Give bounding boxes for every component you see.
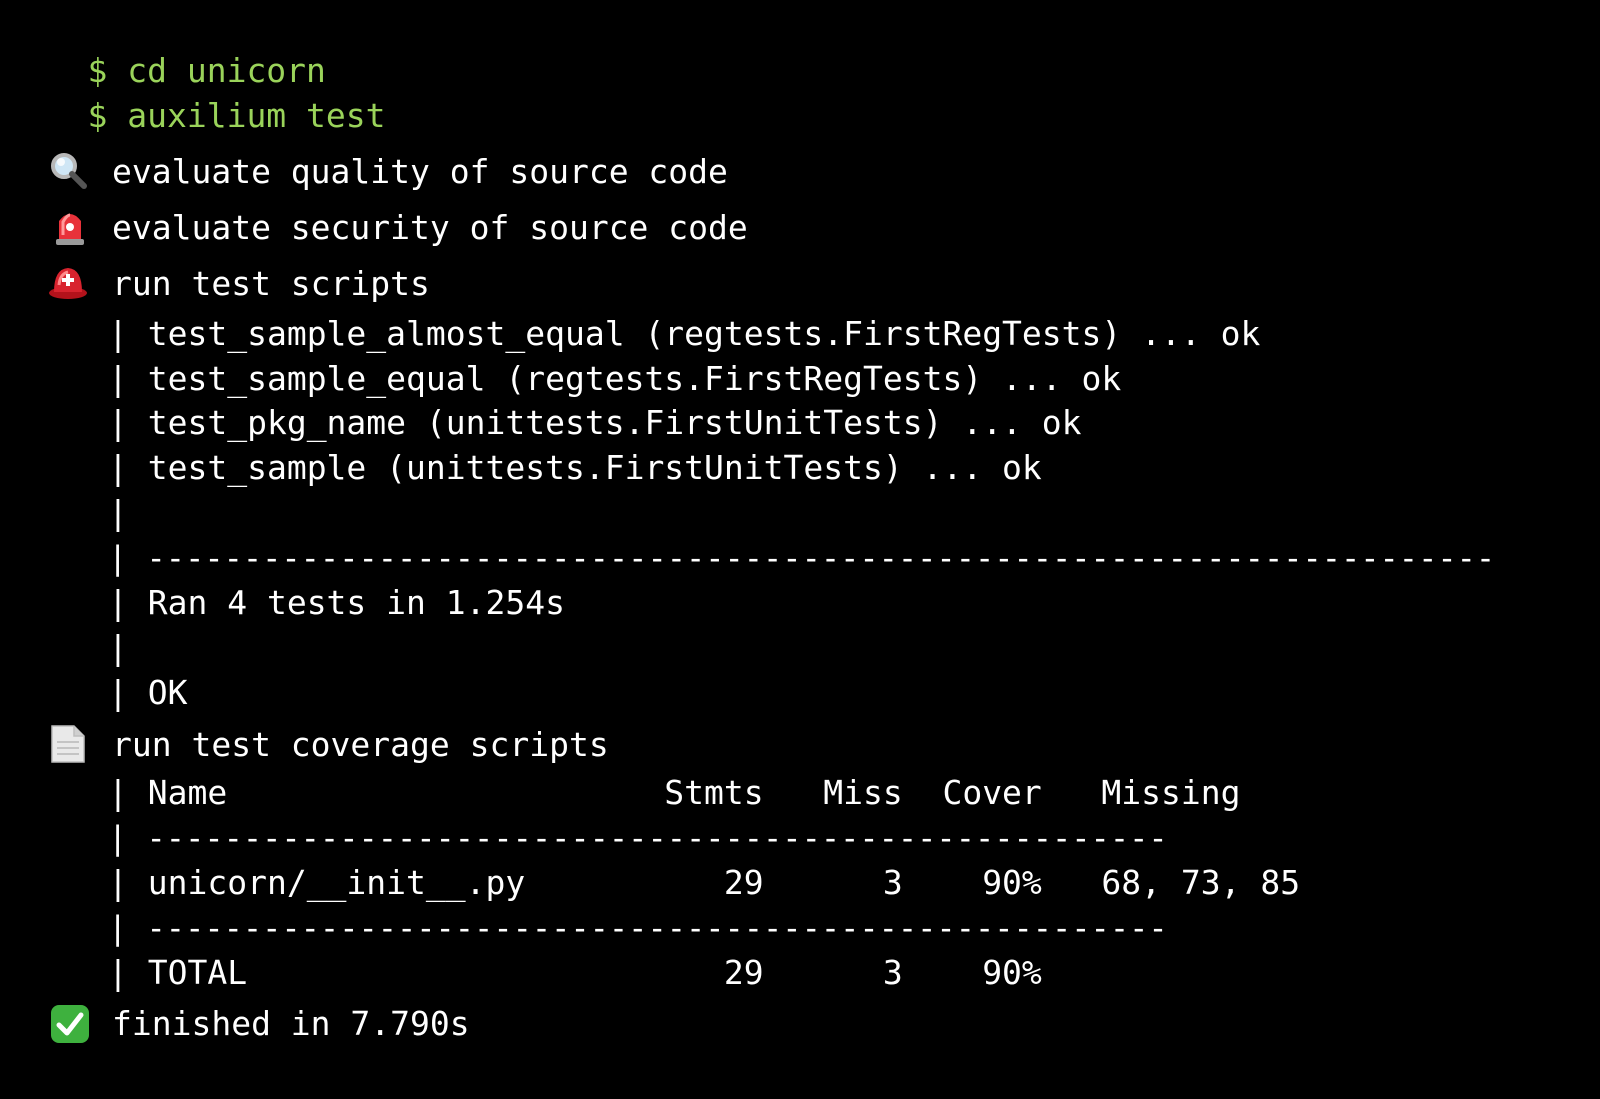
coverage-header-line: | Name Stmts Miss Cover Missing <box>108 773 1240 813</box>
test-separator-line: | --------------------------------------… <box>108 538 1495 578</box>
test-result-text: test_sample (unittests.FirstUnitTests) .… <box>147 448 1042 487</box>
coverage-row: unicorn/__init__.py 29 3 90% 68, 73, 85 <box>147 863 1301 902</box>
prompt-symbol: $ <box>87 96 108 135</box>
pipe-char: | <box>108 583 128 622</box>
document-icon <box>48 724 88 764</box>
pipe-char: | <box>108 863 128 902</box>
coverage-separator: ----------------------------------------… <box>146 909 1168 947</box>
coverage-separator-line: | --------------------------------------… <box>108 818 1168 858</box>
test-status-line: | OK <box>108 673 188 713</box>
pipe-char: | <box>108 403 128 442</box>
pipe-char: | <box>108 673 128 712</box>
siren-icon <box>50 207 90 247</box>
test-blank-line: | <box>108 628 128 668</box>
test-result-line: | test_sample (unittests.FirstUnitTests)… <box>108 448 1042 488</box>
step-security-label: evaluate security of source code <box>112 208 748 247</box>
pipe-char: | <box>108 773 128 812</box>
test-blank-line: | <box>108 493 128 533</box>
finished-label: finished in 7.790s <box>112 1004 470 1043</box>
coverage-separator: ----------------------------------------… <box>146 819 1168 857</box>
magnifier-icon <box>48 150 88 190</box>
pipe-char: | <box>108 359 128 398</box>
test-result-text: test_pkg_name (unittests.FirstUnitTests)… <box>147 403 1082 442</box>
pipe-char: | <box>108 493 128 532</box>
test-result-text: test_sample_almost_equal (regtests.First… <box>147 314 1261 353</box>
step-coverage-label: run test coverage scripts <box>112 725 609 764</box>
step-quality-label: evaluate quality of source code <box>112 152 728 191</box>
coverage-separator-line: | --------------------------------------… <box>108 908 1168 948</box>
test-summary: Ran 4 tests in 1.254s <box>147 583 565 622</box>
pipe-char: | <box>108 448 128 487</box>
coverage-total: TOTAL 29 3 90% <box>147 953 1042 992</box>
pipe-char: | <box>108 953 128 992</box>
pipe-char: | <box>108 819 128 857</box>
test-result-text: test_sample_equal (regtests.FirstRegTest… <box>147 359 1122 398</box>
pipe-char: | <box>108 909 128 947</box>
coverage-total-line: | TOTAL 29 3 90% <box>108 953 1042 993</box>
command-text: auxilium test <box>127 96 386 135</box>
pipe-char: | <box>108 539 128 577</box>
step-tests-label: run test scripts <box>112 264 430 303</box>
helmet-icon <box>48 263 88 303</box>
test-result-line: | test_sample_almost_equal (regtests.Fir… <box>108 314 1260 354</box>
test-result-line: | test_sample_equal (regtests.FirstRegTe… <box>108 359 1121 399</box>
terminal-window[interactable]: $ cd unicorn $ auxilium test evaluate qu… <box>0 0 1600 1099</box>
check-icon <box>50 1004 90 1044</box>
test-separator: ----------------------------------------… <box>146 539 1496 577</box>
pipe-char: | <box>108 314 128 353</box>
pipe-char: | <box>108 628 128 667</box>
test-summary-line: | Ran 4 tests in 1.254s <box>108 583 565 623</box>
test-status: OK <box>147 673 188 712</box>
coverage-header: Name Stmts Miss Cover Missing <box>147 773 1241 812</box>
test-result-line: | test_pkg_name (unittests.FirstUnitTest… <box>108 403 1082 443</box>
coverage-row-line: | unicorn/__init__.py 29 3 90% 68, 73, 8… <box>108 863 1300 903</box>
